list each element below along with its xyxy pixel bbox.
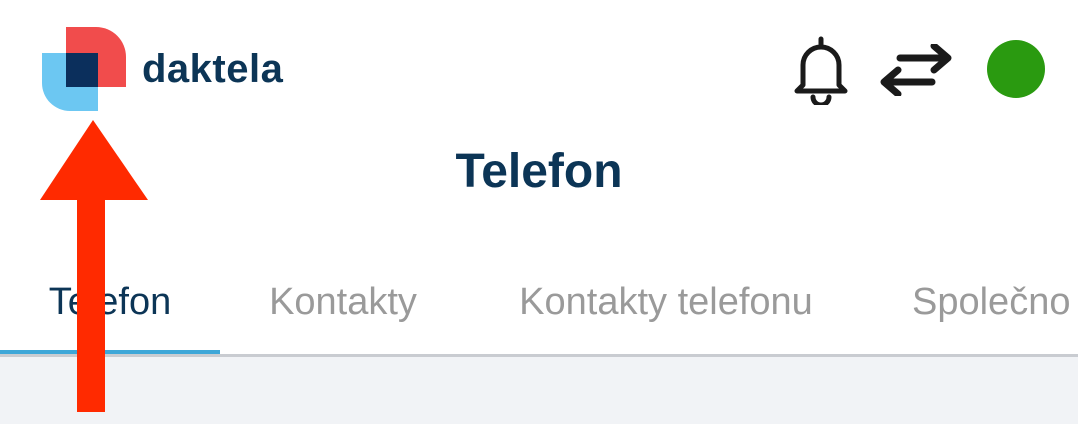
tab-kontakty[interactable]: Kontakty [240,250,446,354]
tab-bar: Telefon Kontakty Kontakty telefonu Spole… [0,250,1078,354]
tab-telefon[interactable]: Telefon [0,250,220,354]
tab-label: Telefon [48,281,172,323]
tab-label: Kontakty [269,281,417,323]
top-header: daktela [0,0,1078,130]
swap-arrows-icon[interactable] [876,40,956,100]
bell-icon[interactable] [788,34,854,106]
daktela-logo-icon[interactable] [40,25,128,113]
brand-wordmark: daktela [142,47,284,91]
app-screen: daktela Telefon Telefon Kontakty Kontakt… [0,0,1078,424]
tab-kontakty-telefonu[interactable]: Kontakty telefonu [486,250,846,354]
tab-spolecnost[interactable]: Společno [890,250,1078,354]
status-online-dot[interactable] [987,40,1045,98]
tab-label: Kontakty telefonu [519,281,813,323]
tab-label: Společno [912,281,1071,323]
content-area [0,357,1078,424]
page-title: Telefon [455,145,623,198]
